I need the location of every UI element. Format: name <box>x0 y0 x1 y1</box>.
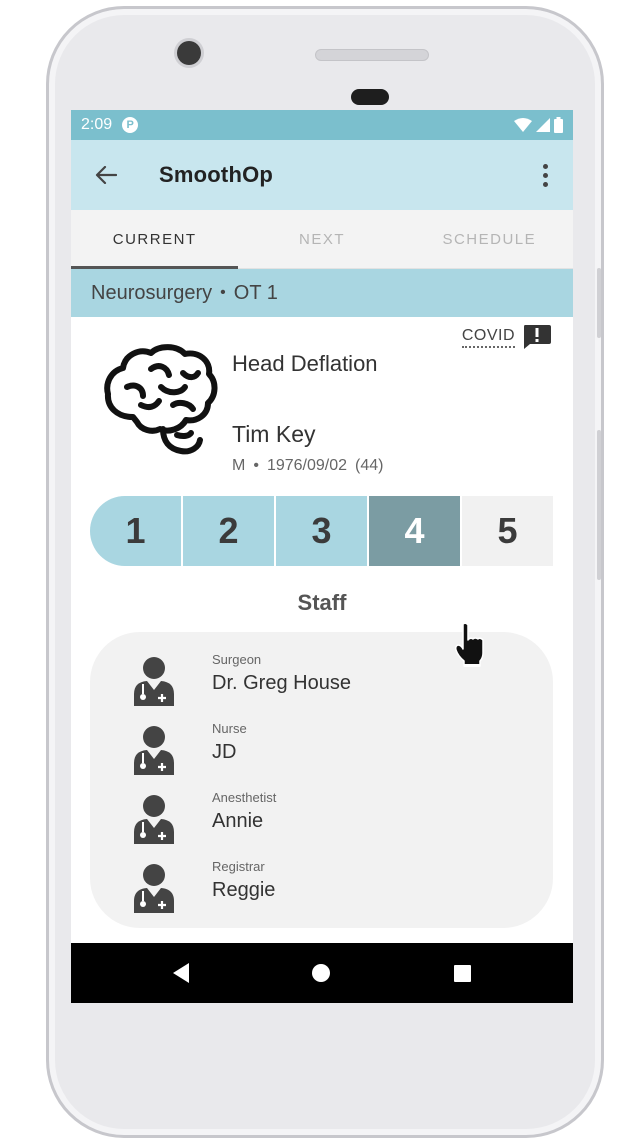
theatre-label: OT 1 <box>233 281 278 304</box>
doctor-icon <box>134 795 174 844</box>
nav-home-icon[interactable] <box>312 964 331 982</box>
tab-current[interactable]: CURRENT <box>71 210 238 268</box>
signal-icon <box>536 118 550 132</box>
nav-recents-icon[interactable] <box>454 964 472 982</box>
staff-role: Anesthetist <box>212 790 277 805</box>
staff-row-anesthetist[interactable]: Anesthetist Annie <box>132 790 532 852</box>
wifi-icon <box>514 118 532 132</box>
staff-row-nurse[interactable]: Nurse JD <box>132 721 532 783</box>
active-tab-indicator <box>71 266 238 269</box>
step-2[interactable]: 2 <box>183 496 274 566</box>
status-time: 2:09 <box>81 116 113 133</box>
covid-label: COVID <box>461 327 515 348</box>
power-button <box>597 268 601 338</box>
more-vert-icon <box>542 163 548 169</box>
step-1[interactable]: 1 <box>90 496 181 566</box>
earpiece-speaker <box>315 49 429 61</box>
status-bar: 2:09 P <box>71 110 573 140</box>
staff-name: Reggie <box>212 879 276 901</box>
app-bar: SmoothOp <box>71 140 573 210</box>
proximity-sensor <box>351 89 389 105</box>
step-4-current[interactable]: 4 <box>369 496 460 566</box>
procedure-stepper: 1 2 3 4 5 <box>90 496 553 566</box>
patient-sex: M <box>232 457 246 474</box>
staff-role: Registrar <box>212 859 265 874</box>
location-separator: • <box>220 284 226 301</box>
system-nav-bar <box>71 943 573 1003</box>
app-screen: 2:09 P SmoothOp CURRENT NEXT SCHEDULE Ne… <box>71 110 573 1003</box>
hand-pointer-icon <box>455 622 484 667</box>
staff-row-registrar[interactable]: Registrar Reggie <box>132 859 532 921</box>
more-vert-icon <box>542 181 548 187</box>
doctor-icon <box>134 657 174 706</box>
staff-name: Dr. Greg House <box>212 672 351 694</box>
tab-schedule[interactable]: SCHEDULE <box>406 210 573 268</box>
tab-bar: CURRENT NEXT SCHEDULE <box>71 210 573 269</box>
patient-dob: 1976/09/02 <box>266 457 348 474</box>
step-5[interactable]: 5 <box>462 496 553 566</box>
patient-age: (44) <box>355 457 384 474</box>
location-bar: Neurosurgery • OT 1 <box>71 269 573 317</box>
nav-back-icon[interactable] <box>172 963 189 983</box>
status-icons <box>514 117 563 133</box>
back-button[interactable] <box>91 160 121 190</box>
staff-name: Annie <box>212 810 264 832</box>
more-options-button[interactable] <box>533 160 557 190</box>
case-summary: COVID Head Deflation Tim Key M • 1976/09/0… <box>71 317 573 497</box>
doctor-icon <box>134 726 174 775</box>
covid-flag[interactable]: COVID <box>461 325 551 349</box>
step-3[interactable]: 3 <box>276 496 367 566</box>
front-camera <box>177 41 201 65</box>
department-label: Neurosurgery <box>91 281 213 304</box>
doctor-icon <box>134 864 174 913</box>
volume-button <box>597 430 601 580</box>
tab-next[interactable]: NEXT <box>238 210 405 268</box>
alert-message-icon <box>524 325 551 349</box>
staff-card: Surgeon Dr. Greg House Nurse JD Anesthet… <box>90 632 553 928</box>
more-vert-icon <box>542 172 548 178</box>
staff-role: Nurse <box>212 721 247 736</box>
staff-role: Surgeon <box>212 652 262 667</box>
procedure-name: Head Deflation <box>232 351 378 376</box>
patient-name: Tim Key <box>232 421 316 447</box>
staff-name: JD <box>212 741 237 763</box>
app-title: SmoothOp <box>159 162 274 187</box>
staff-heading: Staff <box>297 590 347 615</box>
brain-icon <box>104 344 218 455</box>
meta-separator: • <box>253 457 259 474</box>
app-notification-icon: P <box>122 117 139 133</box>
patient-details: M • 1976/09/02 (44) <box>232 457 383 475</box>
battery-icon <box>554 117 563 133</box>
arrow-left-icon <box>95 166 117 184</box>
